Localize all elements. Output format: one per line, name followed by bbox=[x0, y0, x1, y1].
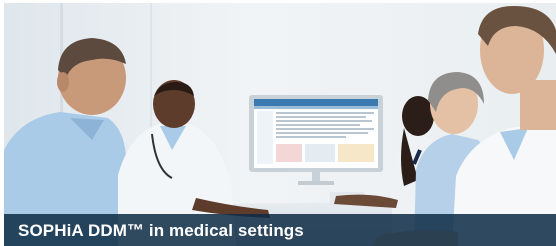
hero-banner: SOPHiA DDM™ in medical settings bbox=[0, 0, 556, 246]
monitor-icon bbox=[249, 95, 383, 185]
banner-caption: SOPHiA DDM™ in medical settings bbox=[18, 221, 304, 240]
medical-team-photo bbox=[0, 0, 556, 246]
